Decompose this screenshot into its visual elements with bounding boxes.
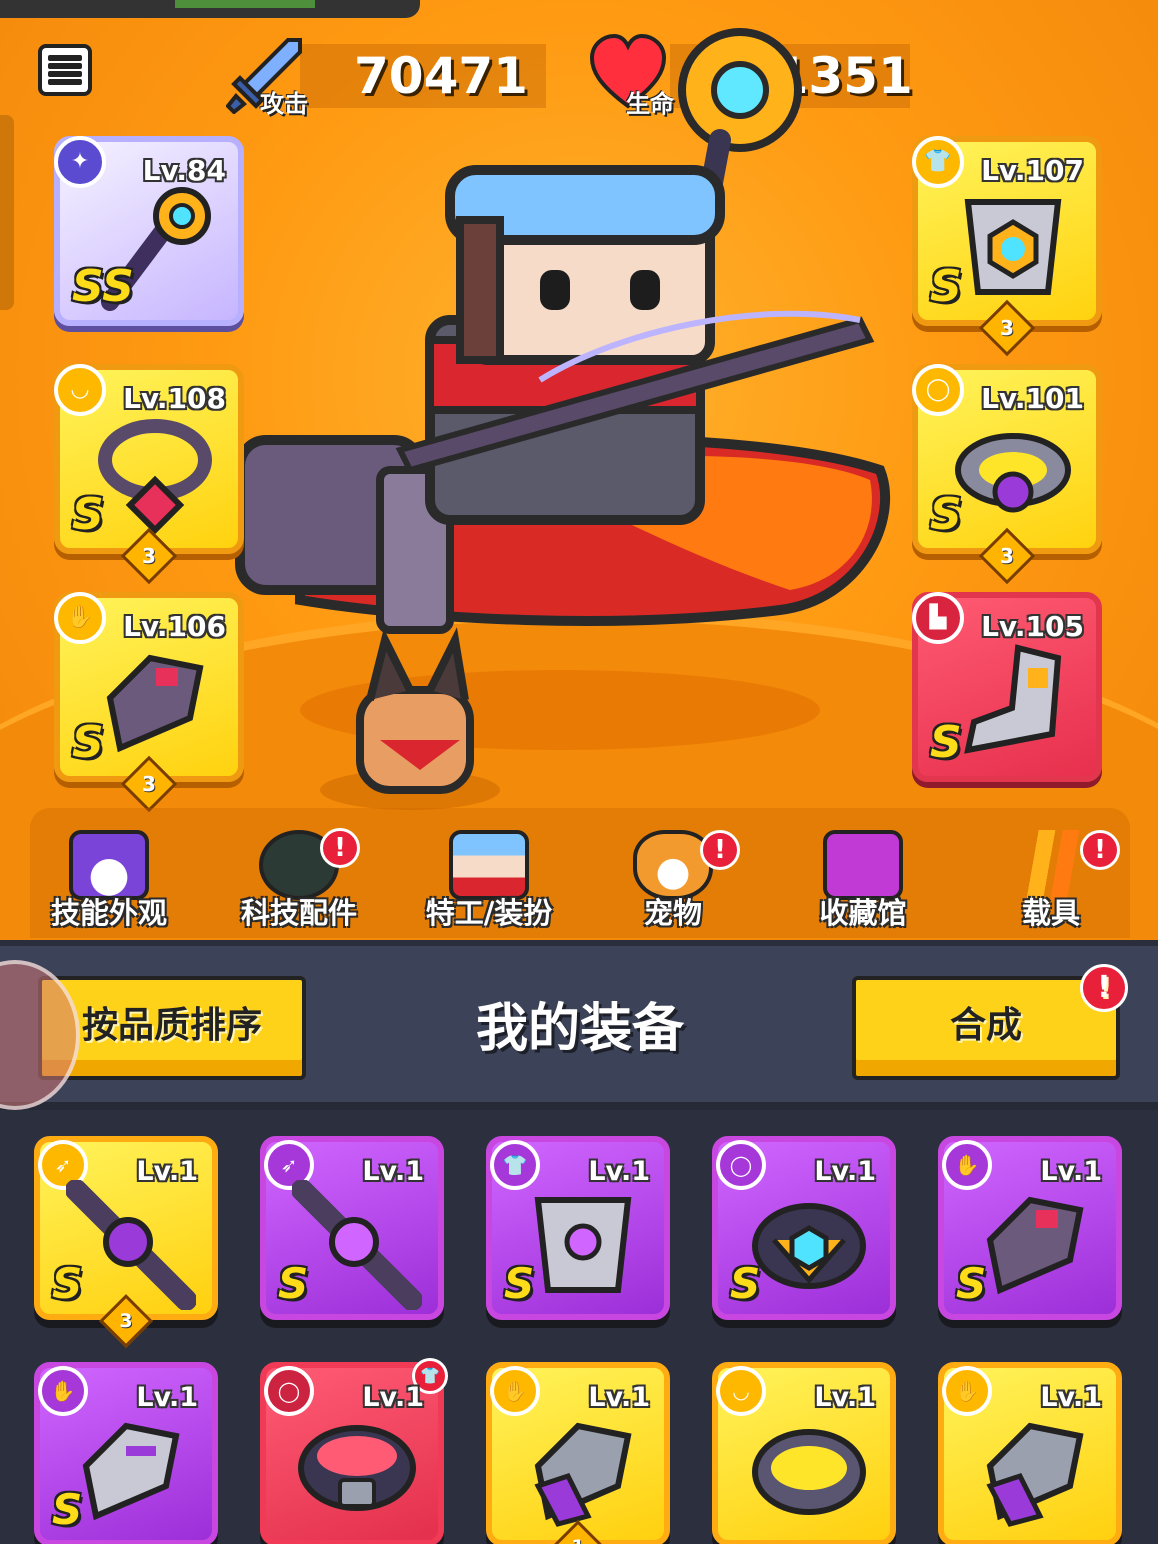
category-skill-skin[interactable]: 技能外观 bbox=[24, 830, 194, 938]
equip-slot-boots[interactable]: ▙ Lv.105 S bbox=[912, 592, 1102, 782]
inventory-item[interactable]: ◯ 👕 Lv.1 bbox=[260, 1358, 448, 1544]
alert-badge: ! bbox=[1080, 964, 1128, 1012]
equip-level: Lv.106 bbox=[123, 610, 226, 643]
category-bar bbox=[30, 808, 1130, 938]
equip-slot-armor[interactable]: 👕 Lv.107 S 3 bbox=[912, 136, 1102, 357]
item-grade: S bbox=[504, 1259, 535, 1308]
category-label: 科技配件 bbox=[240, 896, 357, 930]
category-label: 技能外观 bbox=[50, 896, 167, 930]
item-level: Lv.1 bbox=[814, 1382, 876, 1413]
category-pets[interactable]: ! 宠物 bbox=[588, 830, 758, 938]
inventory-grid: ➶ Lv.1 S 3 ➶ Lv.1 S 👕 Lv.1 S ◯ Lv.1 S ✋ … bbox=[0, 1110, 1158, 1544]
inventory-item[interactable]: ◡ Lv.1 bbox=[712, 1362, 896, 1544]
staff-slot-icon: ✦ bbox=[54, 136, 106, 188]
boot-icon bbox=[964, 644, 1062, 754]
alert-badge: ! bbox=[320, 828, 360, 868]
alert-badge: ! bbox=[1080, 830, 1120, 870]
equip-grade: S bbox=[72, 717, 104, 768]
category-label: 特工/装扮 bbox=[425, 896, 553, 930]
equip-grade: S bbox=[72, 489, 104, 540]
necklace-slot-icon: ◡ bbox=[54, 364, 106, 416]
armor-icon bbox=[964, 199, 1062, 295]
equip-grade: SS bbox=[72, 261, 134, 312]
merge-button-label: 合成 bbox=[949, 1005, 1022, 1046]
belt-icon bbox=[752, 1203, 866, 1289]
equip-level: Lv.84 bbox=[142, 154, 226, 187]
category-vehicles[interactable]: ! 载具 bbox=[966, 830, 1136, 938]
equip-level: Lv.105 bbox=[981, 610, 1084, 643]
gauntlet-icon bbox=[106, 654, 204, 753]
inventory-item[interactable]: ✋ Lv.1 S bbox=[938, 1136, 1122, 1320]
left-edge-tab[interactable] bbox=[0, 115, 14, 310]
item-grade: S bbox=[278, 1259, 309, 1308]
necklace-icon bbox=[98, 419, 212, 535]
belt-icon bbox=[955, 433, 1071, 513]
category-label: 宠物 bbox=[643, 896, 702, 930]
alert-badge: ! bbox=[700, 830, 740, 870]
inventory-item[interactable]: ✋ Lv.1 1 bbox=[486, 1362, 670, 1544]
gauntlet-icon bbox=[986, 1196, 1084, 1295]
item-level: Lv.1 bbox=[1040, 1382, 1102, 1413]
category-collection[interactable]: 收藏馆 bbox=[778, 830, 948, 938]
item-level: Lv.1 bbox=[588, 1156, 650, 1187]
belt-slot-icon: ◯ bbox=[912, 364, 964, 416]
item-level: Lv.1 bbox=[362, 1382, 424, 1413]
equip-slot-belt[interactable]: ◯ Lv.101 S 3 bbox=[912, 364, 1102, 585]
item-level: Lv.1 bbox=[1040, 1156, 1102, 1187]
item-level: Lv.1 bbox=[362, 1156, 424, 1187]
item-level: Lv.1 bbox=[136, 1156, 198, 1187]
equip-level: Lv.107 bbox=[981, 154, 1084, 187]
item-grade: S bbox=[730, 1259, 761, 1308]
shirt-slot-icon: 👕 bbox=[912, 136, 964, 188]
item-grade: S bbox=[52, 1485, 83, 1534]
equip-grade: S bbox=[930, 261, 962, 312]
equip-level: Lv.101 bbox=[981, 382, 1084, 415]
inventory-item[interactable]: ✋ Lv.1 bbox=[938, 1362, 1122, 1544]
gauntlet-icon bbox=[986, 1422, 1084, 1527]
item-grade: S bbox=[52, 1259, 83, 1308]
my-equipment-title: 我的装备 bbox=[475, 999, 684, 1059]
necklace-icon bbox=[752, 1429, 866, 1515]
inventory-item[interactable]: ◯ Lv.1 S bbox=[712, 1136, 896, 1320]
item-level: Lv.1 bbox=[588, 1382, 650, 1413]
hero-panel: 70471 攻击 251351 生命 ✦ Lv.84 SS ◡ Lv.108 S… bbox=[0, 0, 1158, 940]
hero-character-art bbox=[235, 28, 890, 810]
category-label: 收藏馆 bbox=[819, 896, 907, 930]
category-tech-parts[interactable]: ! 科技配件 bbox=[214, 828, 384, 938]
merge-button[interactable]: 合成 ! bbox=[852, 964, 1128, 1080]
kunai-icon bbox=[66, 1180, 196, 1310]
inventory-item[interactable]: 👕 Lv.1 S bbox=[486, 1136, 670, 1320]
boot-slot-icon: ▙ bbox=[912, 592, 964, 644]
equip-slot-weapon[interactable]: ✦ Lv.84 SS bbox=[54, 136, 244, 326]
equip-slot-necklace[interactable]: ◡ Lv.108 S 3 bbox=[54, 364, 244, 585]
my-equipment-header: 按品质排序 我的装备 合成 ! bbox=[0, 940, 1158, 1110]
inventory-item[interactable]: ✋ Lv.1 S bbox=[34, 1362, 218, 1544]
menu-list-icon bbox=[48, 55, 82, 61]
armor-icon bbox=[534, 1197, 632, 1293]
equip-level: Lv.108 bbox=[123, 382, 226, 415]
equip-grade: S bbox=[930, 717, 962, 768]
inventory-item[interactable]: ➶ Lv.1 S bbox=[260, 1136, 444, 1320]
equip-slot-gloves[interactable]: ✋ Lv.106 S 3 bbox=[54, 592, 244, 813]
collar-icon bbox=[298, 1425, 416, 1511]
kunai-icon bbox=[292, 1180, 422, 1310]
category-label: 载具 bbox=[1021, 896, 1080, 930]
item-level: Lv.1 bbox=[814, 1156, 876, 1187]
menu-list-button[interactable] bbox=[38, 44, 92, 96]
gauntlet-icon bbox=[82, 1422, 180, 1521]
item-grade: S bbox=[956, 1259, 987, 1308]
item-level: Lv.1 bbox=[136, 1382, 198, 1413]
equip-grade: S bbox=[930, 489, 962, 540]
glove-slot-icon: ✋ bbox=[54, 592, 106, 644]
inventory-item[interactable]: ➶ Lv.1 S 3 bbox=[34, 1136, 218, 1348]
category-agent-outfit[interactable]: 特工/装扮 bbox=[404, 830, 574, 938]
gauntlet-icon bbox=[534, 1422, 632, 1527]
